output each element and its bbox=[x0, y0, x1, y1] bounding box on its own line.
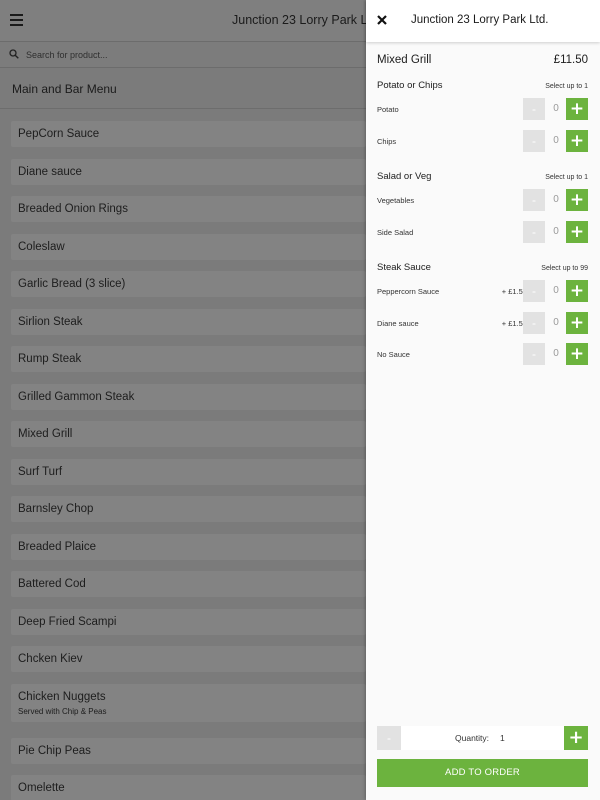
menu-item[interactable]: Sirlion Steak bbox=[11, 308, 366, 335]
menu-item[interactable]: Grilled Gammon Steak bbox=[11, 383, 366, 410]
menu-item-label: Coleslaw bbox=[18, 240, 65, 253]
group-limit: Select up to 1 bbox=[545, 174, 588, 181]
menu-item-label: PepCorn Sauce bbox=[18, 128, 100, 140]
option-count: 0 bbox=[553, 317, 559, 328]
increment-button[interactable]: + bbox=[566, 98, 588, 120]
menu-item-label: Surf Turf bbox=[18, 465, 63, 478]
menu-item[interactable]: Deep Fried Scampi bbox=[11, 608, 366, 635]
menu-item[interactable]: Diane sauce bbox=[11, 158, 366, 185]
group-title: Potato or Chips bbox=[377, 80, 443, 91]
menu-item-label: Garlic Bread (3 slice) bbox=[18, 278, 126, 290]
item-name: Mixed Grill bbox=[377, 54, 432, 66]
menu-item[interactable]: Chicken Nuggets Served with Chip & Peas bbox=[11, 683, 366, 722]
option-count: 0 bbox=[553, 348, 559, 359]
increment-button[interactable]: + bbox=[566, 189, 588, 211]
option-count: 0 bbox=[553, 135, 559, 146]
menu-item-label: Deep Fried Scampi bbox=[18, 615, 117, 628]
option-stepper: - 0 + bbox=[523, 189, 588, 211]
option-label: Vegetables bbox=[377, 196, 415, 205]
group-limit: Select up to 1 bbox=[545, 83, 588, 90]
option-label: No Sauce bbox=[377, 350, 410, 359]
close-icon[interactable] bbox=[375, 13, 389, 27]
menu-item-label: Sirlion Steak bbox=[18, 315, 83, 328]
menu-item[interactable]: Omelette bbox=[11, 775, 366, 800]
option-stepper: - 0 + bbox=[523, 221, 588, 243]
quantity-label: Quantity: bbox=[455, 733, 490, 743]
quantity-increment-button[interactable]: + bbox=[564, 726, 588, 750]
decrement-button[interactable]: - bbox=[523, 343, 545, 365]
menu-background: Junction 23 Lorry Park Ltd. Main and Bar… bbox=[0, 0, 366, 800]
quantity-decrement-button[interactable]: - bbox=[377, 726, 401, 750]
menu-section-title: Main and Bar Menu bbox=[12, 82, 117, 96]
increment-button[interactable]: + bbox=[566, 130, 588, 152]
option-count: 0 bbox=[553, 194, 559, 205]
increment-button[interactable]: + bbox=[566, 312, 588, 334]
menu-item-label: Pie Chip Peas bbox=[18, 744, 91, 757]
menu-item[interactable]: Mixed Grill bbox=[11, 421, 366, 447]
menu-item[interactable]: Breaded Onion Rings bbox=[11, 196, 366, 222]
increment-button[interactable]: + bbox=[566, 221, 588, 243]
menu-item[interactable]: Rump Steak bbox=[11, 346, 366, 372]
option-stepper: - 0 + bbox=[523, 130, 588, 152]
menu-item-label: Chicken Nuggets bbox=[18, 690, 106, 703]
decrement-button[interactable]: - bbox=[523, 130, 545, 152]
decrement-button[interactable]: - bbox=[523, 221, 545, 243]
item-options-panel: Junction 23 Lorry Park Ltd. Mixed Grill … bbox=[366, 0, 600, 800]
option-count: 0 bbox=[553, 285, 559, 296]
menu-item-label: Grilled Gammon Steak bbox=[18, 390, 135, 403]
top-bar: Junction 23 Lorry Park Ltd. bbox=[0, 0, 366, 42]
menu-item-label: Battered Cod bbox=[18, 578, 86, 590]
decrement-button[interactable]: - bbox=[523, 98, 545, 120]
decrement-button[interactable]: - bbox=[523, 312, 545, 334]
group-title: Salad or Veg bbox=[377, 171, 432, 182]
menu-item-label: Omelette bbox=[18, 782, 65, 794]
menu-item-label: Chcken Kiev bbox=[18, 653, 83, 665]
menu-item-description: Served with Chip & Peas bbox=[18, 706, 107, 716]
search-bar bbox=[0, 42, 366, 68]
option-stepper: - 0 + bbox=[523, 280, 588, 302]
search-input[interactable] bbox=[26, 47, 346, 63]
menu-item[interactable]: Barnsley Chop bbox=[11, 496, 366, 522]
menu-item[interactable]: PepCorn Sauce bbox=[11, 121, 366, 147]
quantity-value: 1 bbox=[500, 733, 505, 743]
menu-item-label: Barnsley Chop bbox=[18, 503, 94, 515]
search-icon bbox=[9, 49, 19, 59]
option-stepper: - 0 + bbox=[523, 98, 588, 120]
option-label: Potato bbox=[377, 105, 399, 114]
panel-title: Junction 23 Lorry Park Ltd. bbox=[411, 14, 549, 26]
option-label: Side Salad bbox=[377, 228, 414, 237]
menu-item[interactable]: Garlic Bread (3 slice) bbox=[11, 271, 366, 297]
hamburger-menu-icon[interactable] bbox=[10, 14, 23, 26]
menu-item[interactable]: Breaded Plaice bbox=[11, 533, 366, 560]
increment-button[interactable]: + bbox=[566, 280, 588, 302]
menu-item[interactable]: Chcken Kiev bbox=[11, 646, 366, 672]
menu-item[interactable]: Coleslaw bbox=[11, 233, 366, 260]
menu-item-label: Breaded Plaice bbox=[18, 540, 96, 553]
increment-button[interactable]: + bbox=[566, 343, 588, 365]
menu-item[interactable]: Battered Cod bbox=[11, 571, 366, 597]
option-label: Peppercorn Sauce bbox=[377, 287, 440, 296]
option-count: 0 bbox=[553, 103, 559, 114]
decrement-button[interactable]: - bbox=[523, 189, 545, 211]
app-title: Junction 23 Lorry Park Ltd. bbox=[232, 13, 366, 27]
option-stepper: - 0 + bbox=[523, 343, 588, 365]
section-divider bbox=[0, 108, 366, 109]
option-count: 0 bbox=[553, 226, 559, 237]
menu-item-label: Breaded Onion Rings bbox=[18, 203, 128, 215]
menu-item[interactable]: Surf Turf bbox=[11, 458, 366, 485]
group-title: Steak Sauce bbox=[377, 262, 431, 273]
option-label: Chips bbox=[377, 137, 397, 146]
quantity-stepper: - Quantity: 1 + bbox=[377, 726, 588, 750]
panel-header: Junction 23 Lorry Park Ltd. bbox=[366, 0, 600, 42]
option-label: Diane sauce bbox=[377, 319, 419, 328]
menu-item[interactable]: Pie Chip Peas bbox=[11, 737, 366, 764]
item-price: £11.50 bbox=[553, 54, 588, 66]
menu-item-label: Diane sauce bbox=[18, 165, 82, 178]
menu-item-label: Rump Steak bbox=[18, 353, 82, 365]
group-limit: Select up to 99 bbox=[541, 265, 588, 272]
decrement-button[interactable]: - bbox=[523, 280, 545, 302]
menu-item-label: Mixed Grill bbox=[18, 428, 73, 440]
add-to-order-button[interactable]: ADD TO ORDER bbox=[377, 759, 588, 787]
option-stepper: - 0 + bbox=[523, 312, 588, 334]
